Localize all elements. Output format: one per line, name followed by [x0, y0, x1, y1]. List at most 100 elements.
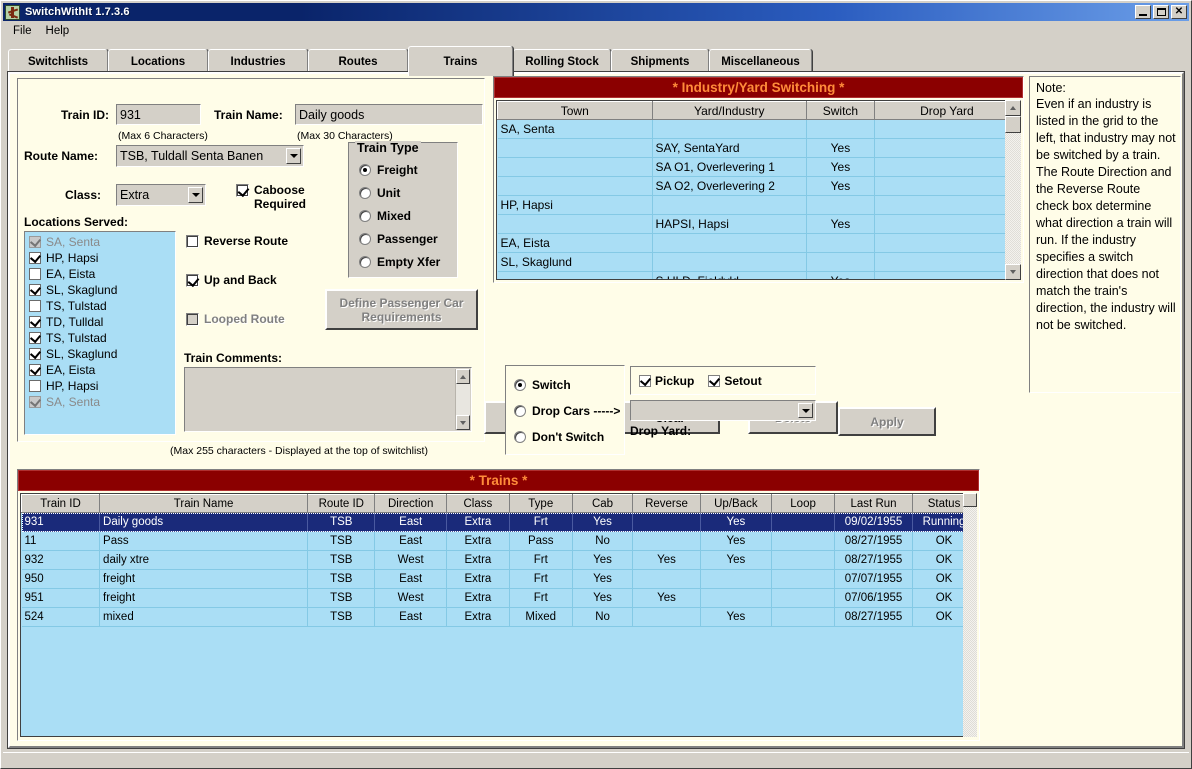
cell-town[interactable] — [498, 139, 653, 158]
checkbox-box[interactable] — [29, 332, 41, 344]
list-item[interactable]: SL, Skaglund — [25, 282, 175, 298]
scrollbar-thumb[interactable] — [963, 493, 977, 507]
cell-switch[interactable]: Yes — [807, 139, 875, 158]
cell-switch[interactable]: Yes — [807, 272, 875, 281]
radio-train-type-freight[interactable]: Freight — [359, 163, 418, 177]
list-item[interactable]: EA, Eista — [25, 266, 175, 282]
cell-id[interactable]: 524 — [22, 608, 100, 627]
chevron-down-icon[interactable] — [286, 148, 301, 164]
comments-scrollbar[interactable] — [455, 369, 470, 430]
cell-reverse[interactable] — [633, 608, 700, 627]
cell-yard[interactable]: SAY, SentaYard — [652, 139, 807, 158]
cell-type[interactable]: Frt — [509, 589, 572, 608]
cell-direction[interactable]: West — [375, 551, 447, 570]
cell-type[interactable]: Mixed — [509, 608, 572, 627]
cell-name[interactable]: mixed — [100, 608, 308, 627]
route-name-select[interactable]: TSB, Tuldall Senta Banen — [116, 145, 304, 167]
cell-route[interactable]: TSB — [308, 551, 375, 570]
cell-drop[interactable] — [874, 234, 1019, 253]
cell-id[interactable]: 932 — [22, 551, 100, 570]
cell-class[interactable]: Extra — [446, 608, 509, 627]
cell-reverse[interactable]: Yes — [633, 589, 700, 608]
trains-col-train-name[interactable]: Train Name — [100, 495, 308, 513]
scrollbar-track[interactable] — [1005, 133, 1021, 264]
trains-col-up-back[interactable]: Up/Back — [700, 495, 772, 513]
cell-loop[interactable] — [772, 608, 835, 627]
radio-switch[interactable]: Switch — [514, 378, 571, 392]
cell-cab[interactable]: Yes — [572, 589, 633, 608]
checkbox-box[interactable] — [29, 364, 41, 376]
industry-grid-scrollbar[interactable] — [1005, 100, 1021, 280]
radio-drop-cars[interactable]: Drop Cars -----> — [514, 404, 620, 418]
trains-col-direction[interactable]: Direction — [375, 495, 447, 513]
cell-loop[interactable] — [772, 532, 835, 551]
checkbox-box[interactable] — [29, 236, 41, 248]
cell-name[interactable]: Pass — [100, 532, 308, 551]
table-row[interactable]: HP, Hapsi — [498, 196, 1020, 215]
cell-drop[interactable] — [874, 253, 1019, 272]
cell-drop[interactable] — [874, 215, 1019, 234]
cell-reverse[interactable] — [633, 513, 700, 532]
checkbox-box[interactable] — [29, 284, 41, 296]
cell-drop[interactable] — [874, 139, 1019, 158]
drop-yard-select[interactable] — [630, 400, 816, 421]
cell-loop[interactable] — [772, 589, 835, 608]
cell-direction[interactable]: East — [375, 532, 447, 551]
cell-name[interactable]: freight — [100, 589, 308, 608]
checkbox-box[interactable] — [29, 316, 41, 328]
cell-id[interactable]: 931 — [22, 513, 100, 532]
cell-switch[interactable] — [807, 234, 875, 253]
cell-cab[interactable]: Yes — [572, 513, 633, 532]
setout-checkbox[interactable]: Setout — [708, 374, 761, 388]
close-icon[interactable]: ✕ — [1171, 5, 1187, 19]
cell-type[interactable]: Pass — [509, 532, 572, 551]
cell-town[interactable]: SA, Senta — [498, 120, 653, 139]
radio-train-type-empty-xfer[interactable]: Empty Xfer — [359, 255, 440, 269]
cell-town[interactable]: EA, Eista — [498, 234, 653, 253]
cell-switch[interactable]: Yes — [807, 215, 875, 234]
list-item[interactable]: HP, Hapsi — [25, 250, 175, 266]
table-row[interactable]: SL, Skaglund — [498, 253, 1020, 272]
cell-direction[interactable]: East — [375, 513, 447, 532]
radio-train-type-unit[interactable]: Unit — [359, 186, 400, 200]
cell-switch[interactable]: Yes — [807, 158, 875, 177]
cell-yard[interactable] — [652, 120, 807, 139]
trains-col-cab[interactable]: Cab — [572, 495, 633, 513]
cell-name[interactable]: daily xtre — [100, 551, 308, 570]
trains-col-type[interactable]: Type — [509, 495, 572, 513]
cell-lastrun[interactable]: 08/27/1955 — [835, 551, 913, 570]
train-comments-input[interactable] — [184, 367, 472, 432]
cell-upback[interactable] — [700, 570, 772, 589]
cell-type[interactable]: Frt — [509, 513, 572, 532]
checkbox-box[interactable] — [29, 252, 41, 264]
table-row[interactable]: SA, Senta — [498, 120, 1020, 139]
cell-drop[interactable] — [874, 272, 1019, 281]
cell-name[interactable]: Daily goods — [100, 513, 308, 532]
grid-col-switch[interactable]: Switch — [807, 102, 875, 120]
tab-routes[interactable]: Routes — [308, 49, 408, 74]
tab-rolling-stock[interactable]: Rolling Stock — [513, 49, 611, 74]
checkbox-box[interactable] — [29, 268, 41, 280]
cell-name[interactable]: freight — [100, 570, 308, 589]
minimize-icon[interactable] — [1135, 5, 1151, 19]
tab-shipments[interactable]: Shipments — [611, 49, 709, 74]
cell-route[interactable]: TSB — [308, 570, 375, 589]
cell-reverse[interactable]: Yes — [633, 551, 700, 570]
cell-switch[interactable] — [807, 120, 875, 139]
cell-upback[interactable] — [700, 589, 772, 608]
cell-switch[interactable]: Yes — [807, 177, 875, 196]
table-row[interactable]: 524mixedTSBEastExtraMixedNoYes08/27/1955… — [22, 608, 976, 627]
cell-lastrun[interactable]: 08/27/1955 — [835, 608, 913, 627]
cell-yard[interactable]: SA O2, Overlevering 2 — [652, 177, 807, 196]
table-row[interactable]: SA O2, Overlevering 2Yes — [498, 177, 1020, 196]
industry-yard-grid-body[interactable]: Town Yard/Industry Switch Drop Yard SA, … — [496, 100, 1021, 280]
cell-drop[interactable] — [874, 177, 1019, 196]
cell-upback[interactable]: Yes — [700, 608, 772, 627]
trains-col-loop[interactable]: Loop — [772, 495, 835, 513]
cell-lastrun[interactable]: 08/27/1955 — [835, 532, 913, 551]
table-row[interactable]: 931Daily goodsTSBEastExtraFrtYesYes09/02… — [22, 513, 976, 532]
cell-reverse[interactable] — [633, 532, 700, 551]
cell-drop[interactable] — [874, 120, 1019, 139]
list-item[interactable]: SL, Skaglund — [25, 346, 175, 362]
cell-cab[interactable]: Yes — [572, 570, 633, 589]
